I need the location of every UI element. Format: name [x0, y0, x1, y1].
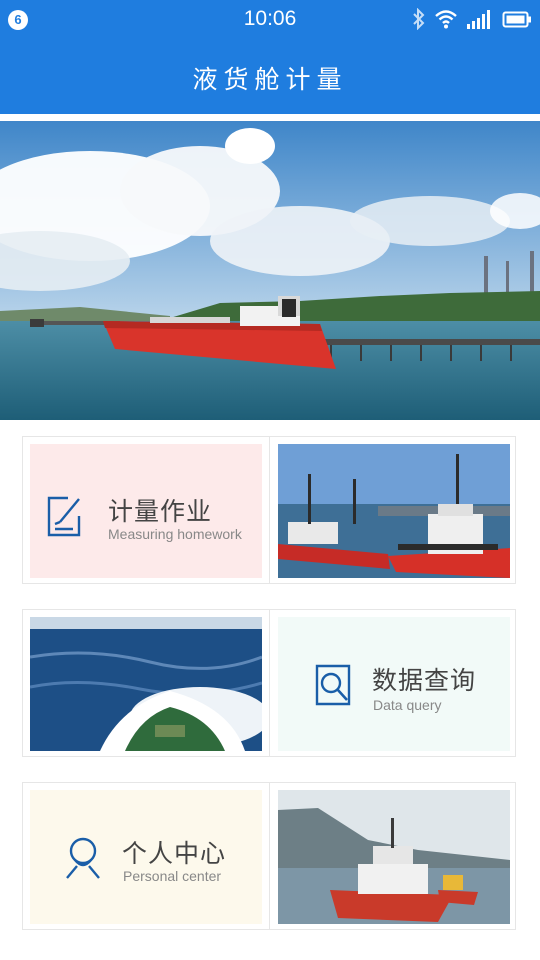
- battery-icon: [502, 11, 531, 28]
- ocean-image-tile[interactable]: [30, 617, 262, 751]
- menu-row-measuring: 计量作业 Measuring homework: [22, 436, 516, 584]
- wifi-icon: [435, 10, 457, 29]
- tanker-image-tile[interactable]: [278, 790, 510, 924]
- row-divider: [269, 437, 270, 583]
- edit-icon: [47, 496, 81, 537]
- measuring-homework-tile[interactable]: 计量作业 Measuring homework: [30, 444, 262, 578]
- tanker-harbor-image: [278, 790, 510, 924]
- tile-subtitle: Data query: [373, 697, 442, 713]
- status-icons: [404, 8, 532, 30]
- person-icon: [66, 837, 100, 879]
- signal-icon: [467, 10, 490, 29]
- bluetooth-icon: [413, 8, 425, 30]
- tugboat-image-tile[interactable]: [278, 444, 510, 578]
- tile-subtitle: Personal center: [123, 868, 222, 884]
- menu-row-personal: 个人中心 Personal center: [22, 782, 516, 930]
- status-bar: 6 10:06: [0, 0, 540, 38]
- search-icon: [315, 664, 351, 706]
- personal-center-tile[interactable]: 个人中心 Personal center: [30, 790, 262, 924]
- banner-carousel[interactable]: [0, 121, 540, 420]
- tile-title: 个人中心: [122, 840, 227, 868]
- data-query-tile[interactable]: 数据查询 Data query: [278, 617, 510, 751]
- tile-subtitle: Measuring homework: [108, 526, 242, 542]
- tugboats-image: [278, 444, 510, 578]
- tile-title: 数据查询: [372, 667, 477, 695]
- tile-title: 计量作业: [108, 498, 213, 526]
- menu-row-query: 数据查询 Data query: [22, 609, 516, 757]
- row-divider: [269, 610, 270, 756]
- page-title: 液货舱计量: [192, 66, 348, 94]
- ship-bow-ocean-image: [30, 617, 262, 751]
- row-divider: [269, 783, 270, 929]
- banner-ship-image: [0, 121, 540, 420]
- app-header: 液货舱计量: [0, 38, 540, 114]
